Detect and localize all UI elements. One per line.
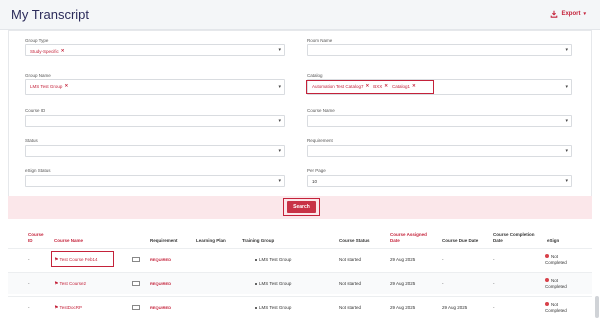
chevron-down-icon: ▾ [278, 148, 281, 154]
per-page-value: 10 [312, 179, 318, 184]
esign-cell: Not Completed [545, 302, 567, 313]
completion-date-cell: - [493, 257, 495, 262]
requirement-badge: REQUIRED [150, 281, 172, 286]
status-label: Status [25, 138, 38, 143]
catalog-highlight [306, 80, 434, 94]
search-highlight [283, 198, 320, 216]
training-group-cell: LMS Test Group [255, 257, 291, 263]
completion-date-cell: - [493, 281, 495, 286]
th-course-status: Course Status [339, 238, 370, 243]
course-status-cell: Not started [339, 281, 362, 286]
due-date-cell: 29 Aug 2025 [442, 305, 468, 310]
chip-lms-test-group: LMS Test Group ✕ [30, 83, 69, 89]
requirement-select[interactable]: ▾ [307, 145, 572, 157]
bullet-icon [255, 282, 257, 285]
catalog-label: Catalog [307, 73, 323, 78]
chevron-down-icon: ▾ [565, 118, 568, 124]
table-row: - ⚑ Test Course2 REQUIRED LMS Test Group… [8, 272, 592, 294]
assigned-date-cell: 29 Aug 2025 [390, 257, 416, 262]
course-highlight [51, 251, 114, 267]
training-group-cell: LMS Test Group [255, 281, 291, 287]
course-id-label: Course ID [25, 108, 46, 113]
training-group-cell: LMS Test Group [255, 305, 291, 311]
group-type-label: Group Type [25, 38, 49, 43]
course-id-input[interactable]: ▾ [25, 115, 285, 127]
not-completed-icon [545, 254, 549, 258]
document-icon[interactable] [132, 257, 140, 262]
not-completed-icon [545, 278, 549, 282]
per-page-label: Per Page [307, 168, 326, 173]
requirement-badge: REQUIRED [150, 257, 172, 262]
group-name-select[interactable]: LMS Test Group ✕ ▾ [25, 79, 285, 95]
document-icon[interactable] [132, 305, 140, 310]
chevron-down-icon: ▾ [565, 84, 568, 90]
not-completed-icon [545, 302, 549, 306]
page-title: My Transcript [11, 7, 90, 22]
requirement-badge: REQUIRED [150, 305, 172, 310]
course-name-label: Course Name [307, 108, 335, 113]
th-course-id[interactable]: Course ID [28, 232, 44, 244]
link-icon: ⚑ [54, 281, 59, 287]
th-completion-date: Course Completion Date [493, 232, 535, 243]
table-row: - ⚑ TestDocRP REQUIRED LMS Test Group No… [8, 296, 592, 318]
th-requirement: Requirement [150, 238, 178, 243]
assigned-date-cell: 29 Aug 2025 [390, 281, 416, 286]
room-name-label: Room Name [307, 38, 333, 43]
chip-study-specific: Study-Specific ✕ [30, 48, 65, 54]
link-icon: ⚑ [54, 305, 59, 311]
chip-remove-icon[interactable]: ✕ [61, 48, 65, 54]
due-date-cell: - [442, 257, 444, 262]
course-id-cell: - [28, 305, 30, 310]
course-status-cell: Not started [339, 305, 362, 310]
per-page-select[interactable]: 10 ▾ [307, 175, 572, 187]
th-training-group: Training Group [242, 238, 275, 243]
course-name-input[interactable]: ▾ [307, 115, 572, 127]
chevron-down-icon: ▾ [565, 148, 568, 154]
esign-cell: Not Completed [545, 254, 567, 265]
bullet-icon [255, 258, 257, 261]
room-name-select[interactable]: ▾ [307, 44, 572, 56]
assigned-date-cell: 29 Aug 2025 [390, 305, 416, 310]
esign-status-select[interactable]: ▾ [25, 175, 285, 187]
download-icon [551, 10, 558, 18]
course-name-link[interactable]: ⚑ Test Course2 [54, 281, 86, 287]
page-header: My Transcript Export ▾ [0, 0, 600, 30]
th-esign: eSign [547, 238, 560, 243]
th-due-date: Course Due Date [442, 238, 479, 243]
group-type-select[interactable]: Study-Specific ✕ ▾ [25, 44, 285, 56]
course-status-cell: Not started [339, 257, 362, 262]
chevron-down-icon: ▾ [278, 84, 281, 90]
th-learning-plan: Learning Plan [196, 238, 226, 243]
chevron-down-icon: ▾ [278, 47, 281, 53]
course-name-link[interactable]: ⚑ TestDocRP [54, 305, 82, 311]
export-label: Export [561, 11, 581, 17]
requirement-label: Requirement [307, 138, 333, 143]
due-date-cell: - [442, 281, 444, 286]
completion-date-cell: - [493, 305, 495, 310]
vertical-scrollbar[interactable] [595, 296, 599, 318]
esign-cell: Not Completed [545, 278, 567, 289]
th-course-name[interactable]: Course Name [54, 238, 83, 244]
chevron-down-icon: ▾ [278, 118, 281, 124]
chip-remove-icon[interactable]: ✕ [64, 83, 68, 89]
group-name-label: Group Name [25, 73, 51, 78]
course-id-cell: - [28, 257, 30, 262]
esign-status-label: eSign Status [25, 168, 51, 173]
status-select[interactable]: ▾ [25, 145, 285, 157]
bullet-icon [255, 306, 257, 309]
th-assigned-date[interactable]: Course Assigned Date [390, 232, 430, 244]
chevron-down-icon: ▾ [565, 47, 568, 53]
chevron-down-icon: ▾ [278, 178, 281, 184]
document-icon[interactable] [132, 281, 140, 286]
export-button[interactable]: Export ▾ [550, 10, 586, 18]
course-id-cell: - [28, 281, 30, 286]
chevron-down-icon: ▾ [583, 11, 586, 17]
chevron-down-icon: ▾ [565, 178, 568, 184]
